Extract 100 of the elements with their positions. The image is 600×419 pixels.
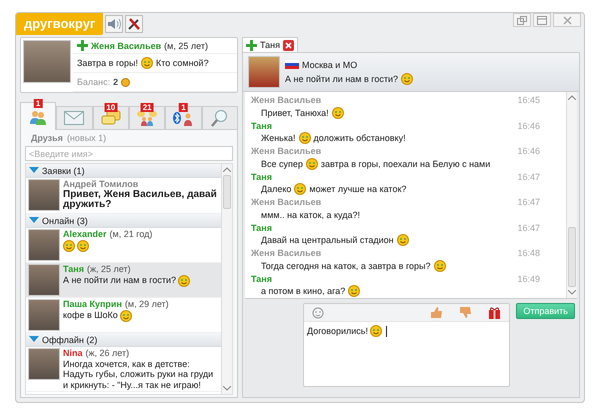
text-cursor	[386, 326, 387, 336]
scrollbar-thumb[interactable]	[223, 175, 231, 209]
smiley-icon	[120, 310, 132, 322]
coin-icon	[121, 78, 130, 86]
chevron-down-icon	[223, 386, 231, 391]
section-title: Друзья	[31, 133, 63, 143]
close-icon[interactable]	[282, 40, 294, 50]
contact-info: (ж, 25 лет)	[86, 264, 131, 274]
status-text: Завтра в горы!	[77, 58, 138, 68]
triangle-icon	[29, 167, 39, 174]
contact-name: Андрей Томилов	[63, 179, 138, 189]
tools-icon	[127, 17, 142, 31]
message-text: доложить обстановку!	[314, 133, 406, 143]
message-input[interactable]: Договорились!	[304, 322, 510, 340]
triangle-icon	[29, 217, 39, 224]
close-icon	[562, 16, 572, 24]
message-author: Таня	[251, 120, 272, 132]
gift-icon[interactable]	[488, 306, 502, 319]
scrollbar[interactable]	[221, 164, 232, 394]
search-icon	[210, 109, 229, 127]
close-button[interactable]	[553, 13, 581, 27]
triangle-icon	[29, 336, 39, 343]
avatar-photo	[248, 56, 280, 88]
avatar-photo	[28, 264, 60, 296]
contact-item[interactable]: Nina (ж, 26 лет) Иногда хочется, как в детстве: Надуть губы, сложить руки на груди и крикнуть: - "Ну...я так не играю!	[26, 347, 221, 392]
message-author: Женя Васильев	[251, 196, 322, 208]
smiley-icon	[370, 325, 382, 337]
scrollbar[interactable]	[566, 92, 577, 298]
chevron-down-icon	[568, 290, 576, 295]
message-time: 16:47	[517, 222, 540, 234]
count-badge: 10	[104, 103, 118, 112]
contact-name: Таня	[63, 264, 84, 274]
new-count: (новых 1)	[66, 133, 106, 143]
plus-icon	[246, 40, 257, 50]
balance-value: 2	[113, 77, 118, 87]
contact-status: А не пойти ли нам в гости?	[63, 275, 176, 286]
tools-button[interactable]	[125, 15, 144, 33]
envelope-icon	[64, 111, 84, 125]
contact-item[interactable]: Таня (ж, 25 лет) А не пойти ли нам в гости?	[26, 263, 221, 298]
message-text: завтра в горы, поехали на Белую с нами	[320, 158, 490, 168]
smiley-icon	[141, 57, 154, 69]
message-author: Таня	[251, 170, 272, 182]
message-author: Женя Васильев	[251, 94, 322, 106]
message-text: а потом в кино, ага?	[261, 286, 346, 296]
speaker-icon	[107, 18, 122, 30]
message-text: Далеко	[261, 184, 292, 194]
avatar-photo	[28, 299, 60, 331]
avatar-photo	[28, 179, 60, 211]
minimize-button[interactable]	[533, 13, 551, 27]
count-badge: 21	[140, 103, 154, 112]
restore-icon	[517, 16, 527, 24]
message-author: Женя Васильев	[251, 247, 322, 259]
group-header[interactable]: Заявки (1)	[26, 164, 221, 178]
message-time: 16:47	[517, 196, 540, 208]
location-text: Москва и МО	[302, 60, 358, 70]
group-chat-icon	[136, 110, 158, 126]
message-time: 16:49	[517, 272, 540, 284]
smiley-icon	[306, 158, 318, 170]
smiley-icon[interactable]	[312, 306, 324, 318]
bluetooth-people-icon	[172, 110, 194, 126]
thumbs-down-icon[interactable]	[459, 306, 472, 319]
window-icon	[537, 16, 547, 24]
thumbs-up-icon[interactable]	[430, 306, 444, 319]
plus-icon	[77, 40, 88, 51]
profile-name: Женя Васильев	[91, 40, 162, 50]
message-time: 16:45	[517, 94, 540, 106]
flag-icon	[285, 60, 299, 69]
smiley-icon	[294, 183, 306, 195]
message-text: Все супер	[261, 158, 303, 168]
message-time: 16:48	[517, 247, 540, 259]
contacts-tab[interactable]	[56, 106, 93, 130]
group-title: Онлайн (3)	[42, 216, 88, 226]
scrollbar-thumb[interactable]	[568, 227, 576, 287]
contacts-tab[interactable]: 1	[20, 102, 56, 130]
people-icon	[29, 108, 48, 124]
contact-status: Иногда хочется, как в детстве: Надуть губы, сложить руки на груди и крикнуть: - "Ну...я так не играю!	[63, 358, 214, 390]
restore-button[interactable]	[513, 13, 531, 27]
contacts-tab[interactable]: 21	[128, 106, 166, 130]
input-text: Договорились!	[307, 326, 368, 336]
message-time: 16:47	[517, 170, 540, 182]
chat-tab[interactable]: Таня	[242, 37, 298, 52]
group-header[interactable]: Онлайн (3)	[26, 214, 221, 228]
message-time: 16:46	[517, 145, 540, 157]
contacts-tab[interactable]: 1	[165, 106, 202, 130]
contacts-tab[interactable]	[202, 106, 238, 130]
message-time: 16:46	[517, 120, 540, 132]
contacts-tab[interactable]: 10	[92, 106, 129, 130]
avatar-photo	[28, 229, 60, 261]
message-text: Тогда сегодня на каток, а завтра в горы?	[261, 260, 431, 270]
group-title: Оффлайн (2)	[42, 334, 98, 344]
contact-info: (ж, 26 лет)	[86, 348, 130, 358]
avatar-photo	[28, 348, 60, 380]
smiley-icon	[178, 274, 190, 286]
chevron-up-icon	[223, 167, 231, 172]
search-field[interactable]: <Введите имя>	[25, 146, 233, 161]
contact-info: (м, 21 год)	[110, 229, 152, 239]
message-text: Женька!	[261, 133, 296, 143]
group-title: Заявки (1)	[42, 166, 85, 176]
group-header[interactable]: Оффлайн (2)	[26, 333, 221, 347]
smiley-icon	[332, 106, 344, 118]
